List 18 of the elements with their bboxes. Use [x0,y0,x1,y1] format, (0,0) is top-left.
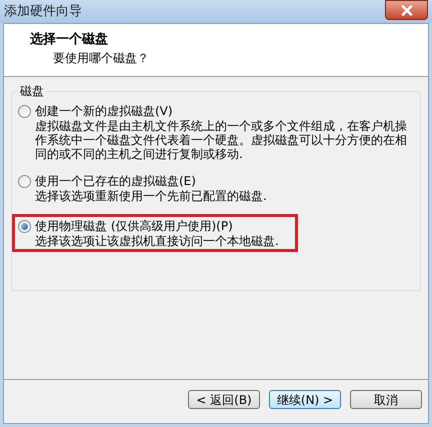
option-description: 虚拟磁盘文件是由主机文件系统上的一个或多个文件组成，在客户机操作系统中一个磁盘文件代表着一个硬盘。虚拟磁盘可以十分方便的在相同的或不同的主机之间进行复制或移动. [34,119,408,161]
radio-option[interactable]: 使用物理磁盘 (仅供高级用户使用)(P) [18,218,293,234]
option-description: 选择该选项让该虚拟机直接访问一个本地磁盘. [34,234,280,248]
dialog-button[interactable]: 继续(N) > [269,390,341,409]
radio-button[interactable] [18,104,31,118]
header-title: 选择一个磁盘 [30,32,109,48]
close-icon [400,4,412,16]
header-subtitle: 要使用哪个磁盘？ [52,50,150,66]
radio-option[interactable]: 使用一个已存在的虚拟磁盘(E) [18,173,414,189]
dialog-button[interactable]: 取消 [350,390,422,409]
radio-option[interactable]: 创建一个新的虚拟磁盘(V) [18,103,414,119]
window-title: 添加硬件向导 [4,5,82,18]
close-button[interactable] [385,0,428,20]
option-description: 选择该选项重新使用一个先前已配置的磁盘. [34,189,268,203]
radio-button[interactable] [18,220,31,232]
dialog-button[interactable]: < 返回(B) [188,390,260,409]
group-label: 磁盘 [18,83,46,99]
radio-button[interactable] [18,174,31,188]
